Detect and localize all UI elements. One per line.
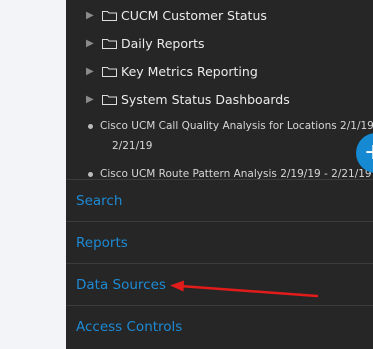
nav-item-access-controls[interactable]: Access Controls xyxy=(66,305,373,347)
folder-icon xyxy=(102,66,117,77)
bullet-icon xyxy=(88,124,93,129)
folder-icon xyxy=(102,10,117,21)
nav-item-data-sources[interactable]: Data Sources xyxy=(66,263,373,305)
nav-item-reports[interactable]: Reports xyxy=(66,221,373,263)
folder-icon xyxy=(102,38,117,49)
report-label[interactable]: Cisco UCM Call Quality Analysis for Loca… xyxy=(100,120,373,132)
report-tree: ▶ CUCM Customer Status ▶ Daily Reports ▶… xyxy=(66,0,373,181)
expand-arrow-icon[interactable]: ▶ xyxy=(86,66,100,77)
folder-key-metrics-reporting[interactable]: ▶ Key Metrics Reporting xyxy=(86,59,258,83)
folder-icon xyxy=(102,94,117,105)
nav-item-search[interactable]: Search xyxy=(66,179,373,221)
folder-label: System Status Dashboards xyxy=(121,91,290,107)
folder-label: Daily Reports xyxy=(121,35,205,51)
report-label-continuation[interactable]: 2/21/19 xyxy=(112,140,152,152)
expand-arrow-icon[interactable]: ▶ xyxy=(86,10,100,21)
expand-arrow-icon[interactable]: ▶ xyxy=(86,38,100,49)
report-item-call-quality[interactable]: Cisco UCM Call Quality Analysis for Loca… xyxy=(88,116,373,137)
folder-system-status-dashboards[interactable]: ▶ System Status Dashboards xyxy=(86,87,290,111)
folder-daily-reports[interactable]: ▶ Daily Reports xyxy=(86,31,205,55)
folder-label: CUCM Customer Status xyxy=(121,7,267,23)
navigation-panel: ▶ CUCM Customer Status ▶ Daily Reports ▶… xyxy=(66,0,373,349)
expand-arrow-icon[interactable]: ▶ xyxy=(86,94,100,105)
bullet-icon xyxy=(88,172,93,177)
folder-cucm-customer-status[interactable]: ▶ CUCM Customer Status xyxy=(86,3,267,27)
main-nav: Search Reports Data Sources Access Contr… xyxy=(66,179,373,347)
folder-label: Key Metrics Reporting xyxy=(121,63,258,79)
